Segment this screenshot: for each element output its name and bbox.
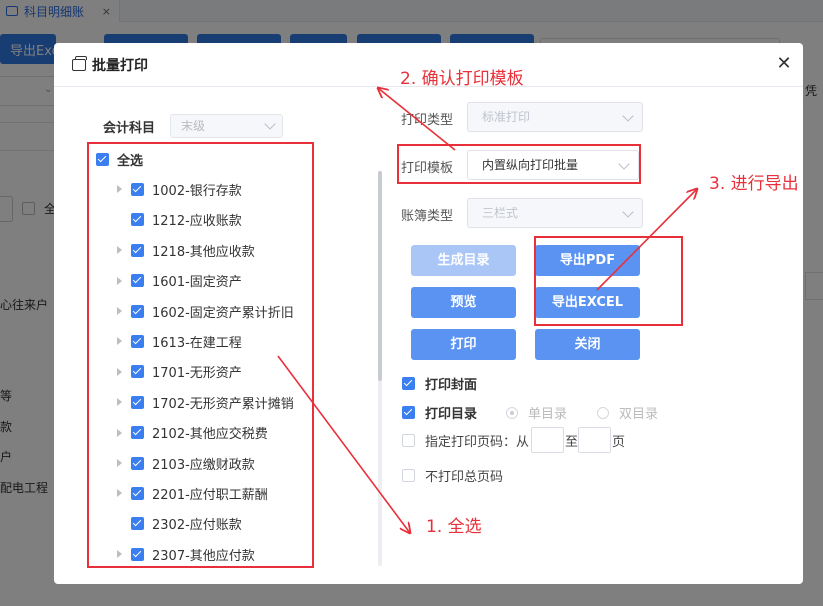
single-toc-radio[interactable] xyxy=(506,406,518,419)
no-total-pages-option[interactable]: 不打印总页码 xyxy=(402,466,503,485)
annotation-step3: 3. 进行导出 xyxy=(709,174,799,194)
preview-button[interactable]: 预览 xyxy=(411,287,516,318)
no-total-pages-label: 不打印总页码 xyxy=(425,470,504,485)
annotation-template-box xyxy=(397,144,641,184)
book-type-label: 账簿类型 xyxy=(401,209,454,224)
single-toc-radio-option[interactable]: 单目录 xyxy=(506,403,567,422)
print-toc-checkbox[interactable] xyxy=(402,406,415,419)
double-toc-radio-option[interactable]: 双目录 xyxy=(597,403,658,422)
print-toc-label: 打印目录 xyxy=(425,407,478,422)
subject-level-value: 末级 xyxy=(181,119,206,133)
print-type-select[interactable]: 标准打印 xyxy=(467,102,643,132)
single-toc-label: 单目录 xyxy=(528,407,568,422)
page-range-checkbox[interactable] xyxy=(402,434,415,447)
no-total-pages-checkbox[interactable] xyxy=(402,469,415,482)
subject-label: 会计科目 xyxy=(103,121,156,136)
close-icon[interactable]: ✕ xyxy=(773,53,795,75)
chevron-down-icon xyxy=(622,110,634,122)
page-unit-label: 页 xyxy=(612,435,626,450)
annotation-export-box xyxy=(534,236,683,326)
print-type-value: 标准打印 xyxy=(482,110,531,124)
annotation-tree-box xyxy=(87,142,314,568)
page-range-label: 指定打印页码：从 xyxy=(425,435,530,450)
annotation-step2: 2. 确认打印模板 xyxy=(400,69,524,89)
subject-level-select[interactable]: 末级 xyxy=(170,114,283,138)
print-cover-option[interactable]: 打印封面 xyxy=(402,374,477,393)
print-type-label: 打印类型 xyxy=(401,113,454,128)
book-type-value: 三栏式 xyxy=(482,206,519,220)
print-cover-checkbox[interactable] xyxy=(402,377,415,390)
annotation-step1: 1. 全选 xyxy=(426,517,482,537)
print-button[interactable]: 打印 xyxy=(411,329,516,360)
chevron-down-icon xyxy=(264,118,276,130)
close-button[interactable]: 关闭 xyxy=(535,329,640,360)
print-cover-label: 打印封面 xyxy=(425,378,478,393)
chevron-down-icon xyxy=(622,206,634,218)
page-range-option[interactable]: 指定打印页码：从 xyxy=(402,431,529,450)
page-to-label: 至 xyxy=(565,435,579,450)
page-from-input[interactable] xyxy=(531,427,564,453)
tree-scrollbar[interactable] xyxy=(378,171,382,381)
page-to-input[interactable] xyxy=(578,427,611,453)
print-toc-option[interactable]: 打印目录 xyxy=(402,403,477,422)
window-icon xyxy=(72,56,87,71)
double-toc-label: 双目录 xyxy=(619,407,659,422)
dialog-title: 批量打印 xyxy=(92,58,148,74)
generate-toc-button[interactable]: 生成目录 xyxy=(411,245,516,276)
double-toc-radio[interactable] xyxy=(597,406,609,419)
book-type-select[interactable]: 三栏式 xyxy=(467,198,643,228)
